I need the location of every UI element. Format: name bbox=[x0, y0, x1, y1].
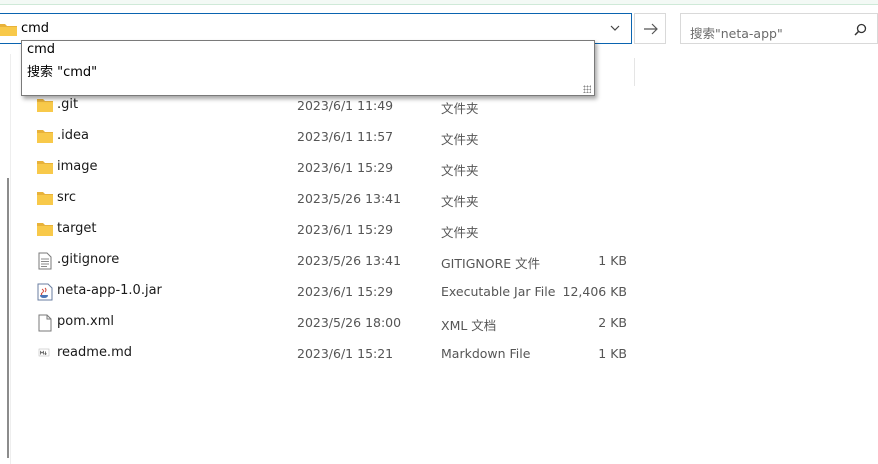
file-type: 文件夹 bbox=[441, 101, 479, 116]
jar-file-icon bbox=[36, 283, 54, 301]
folder-icon bbox=[36, 128, 54, 144]
search-icon[interactable] bbox=[854, 23, 867, 39]
file-date: 2023/5/26 18:00 bbox=[297, 315, 402, 330]
suggestion-item[interactable]: cmd bbox=[27, 42, 55, 57]
file-type: Executable Jar File bbox=[441, 284, 556, 299]
file-name: image bbox=[57, 159, 98, 174]
file-row[interactable]: image 2023/6/1 15:29 文件夹 bbox=[22, 152, 636, 183]
file-row[interactable]: neta-app-1.0.jar 2023/6/1 15:29 Executab… bbox=[22, 276, 636, 307]
file-name: readme.md bbox=[57, 345, 132, 360]
file-name: .git bbox=[57, 97, 79, 112]
file-type: 文件夹 bbox=[441, 194, 479, 209]
file-type: Markdown File bbox=[441, 346, 531, 361]
file-date: 2023/6/1 11:49 bbox=[297, 98, 394, 113]
file-size: 2 KB bbox=[598, 315, 627, 330]
file-date: 2023/6/1 15:29 bbox=[297, 160, 394, 175]
file-type: 文件夹 bbox=[441, 225, 479, 240]
go-button[interactable] bbox=[634, 13, 666, 44]
suggestion-item-search[interactable]: 搜索 "cmd" bbox=[27, 61, 97, 80]
file-date: 2023/5/26 13:41 bbox=[297, 191, 402, 206]
file-row[interactable]: target 2023/6/1 15:29 文件夹 bbox=[22, 214, 636, 245]
file-name: .idea bbox=[57, 128, 89, 143]
file-date: 2023/6/1 15:21 bbox=[297, 346, 394, 361]
file-date: 2023/5/26 13:41 bbox=[297, 253, 402, 268]
window-top-edge bbox=[0, 0, 878, 5]
navigation-pane-edge bbox=[10, 54, 11, 464]
folder-icon bbox=[0, 22, 17, 39]
file-name: neta-app-1.0.jar bbox=[57, 283, 162, 298]
file-date: 2023/6/1 15:29 bbox=[297, 284, 394, 299]
resize-grip-icon[interactable] bbox=[583, 85, 591, 93]
file-size: 12,406 KB bbox=[562, 284, 627, 299]
markdown-file-icon bbox=[36, 345, 54, 361]
folder-icon bbox=[36, 221, 54, 237]
file-date: 2023/6/1 11:57 bbox=[297, 129, 394, 144]
file-type: XML 文档 bbox=[441, 318, 497, 333]
file-row[interactable]: pom.xml 2023/5/26 18:00 XML 文档 2 KB bbox=[22, 307, 636, 338]
folder-icon bbox=[36, 190, 54, 206]
file-row[interactable]: .gitignore 2023/5/26 13:41 GITIGNORE 文件 … bbox=[22, 245, 636, 276]
file-type: GITIGNORE 文件 bbox=[441, 256, 541, 271]
address-input[interactable]: cmd bbox=[21, 21, 49, 36]
file-name: pom.xml bbox=[57, 314, 114, 329]
text-file-icon bbox=[36, 252, 54, 270]
file-row[interactable]: .idea 2023/6/1 11:57 文件夹 bbox=[22, 121, 636, 152]
folder-icon bbox=[36, 97, 54, 113]
file-row[interactable]: readme.md 2023/6/1 15:21 Markdown File 1… bbox=[22, 338, 636, 369]
file-row[interactable]: src 2023/5/26 13:41 文件夹 bbox=[22, 183, 636, 214]
file-name: target bbox=[57, 221, 97, 236]
file-name: src bbox=[57, 190, 76, 205]
file-size: 1 KB bbox=[598, 253, 627, 268]
address-suggestion-popup: cmd 搜索 "cmd" bbox=[21, 40, 595, 96]
search-input[interactable]: 搜索"neta-app" bbox=[680, 13, 878, 44]
file-name: .gitignore bbox=[57, 252, 120, 267]
file-type: 文件夹 bbox=[441, 163, 479, 178]
blank-file-icon bbox=[36, 314, 54, 332]
search-placeholder: 搜索"neta-app" bbox=[690, 26, 783, 41]
navigation-pane-scrollbar[interactable] bbox=[7, 178, 9, 458]
folder-icon bbox=[36, 159, 54, 175]
column-separator[interactable] bbox=[634, 58, 635, 86]
file-type: 文件夹 bbox=[441, 132, 479, 147]
chevron-down-icon[interactable] bbox=[608, 21, 622, 35]
file-date: 2023/6/1 15:29 bbox=[297, 222, 394, 237]
file-size: 1 KB bbox=[598, 346, 627, 361]
